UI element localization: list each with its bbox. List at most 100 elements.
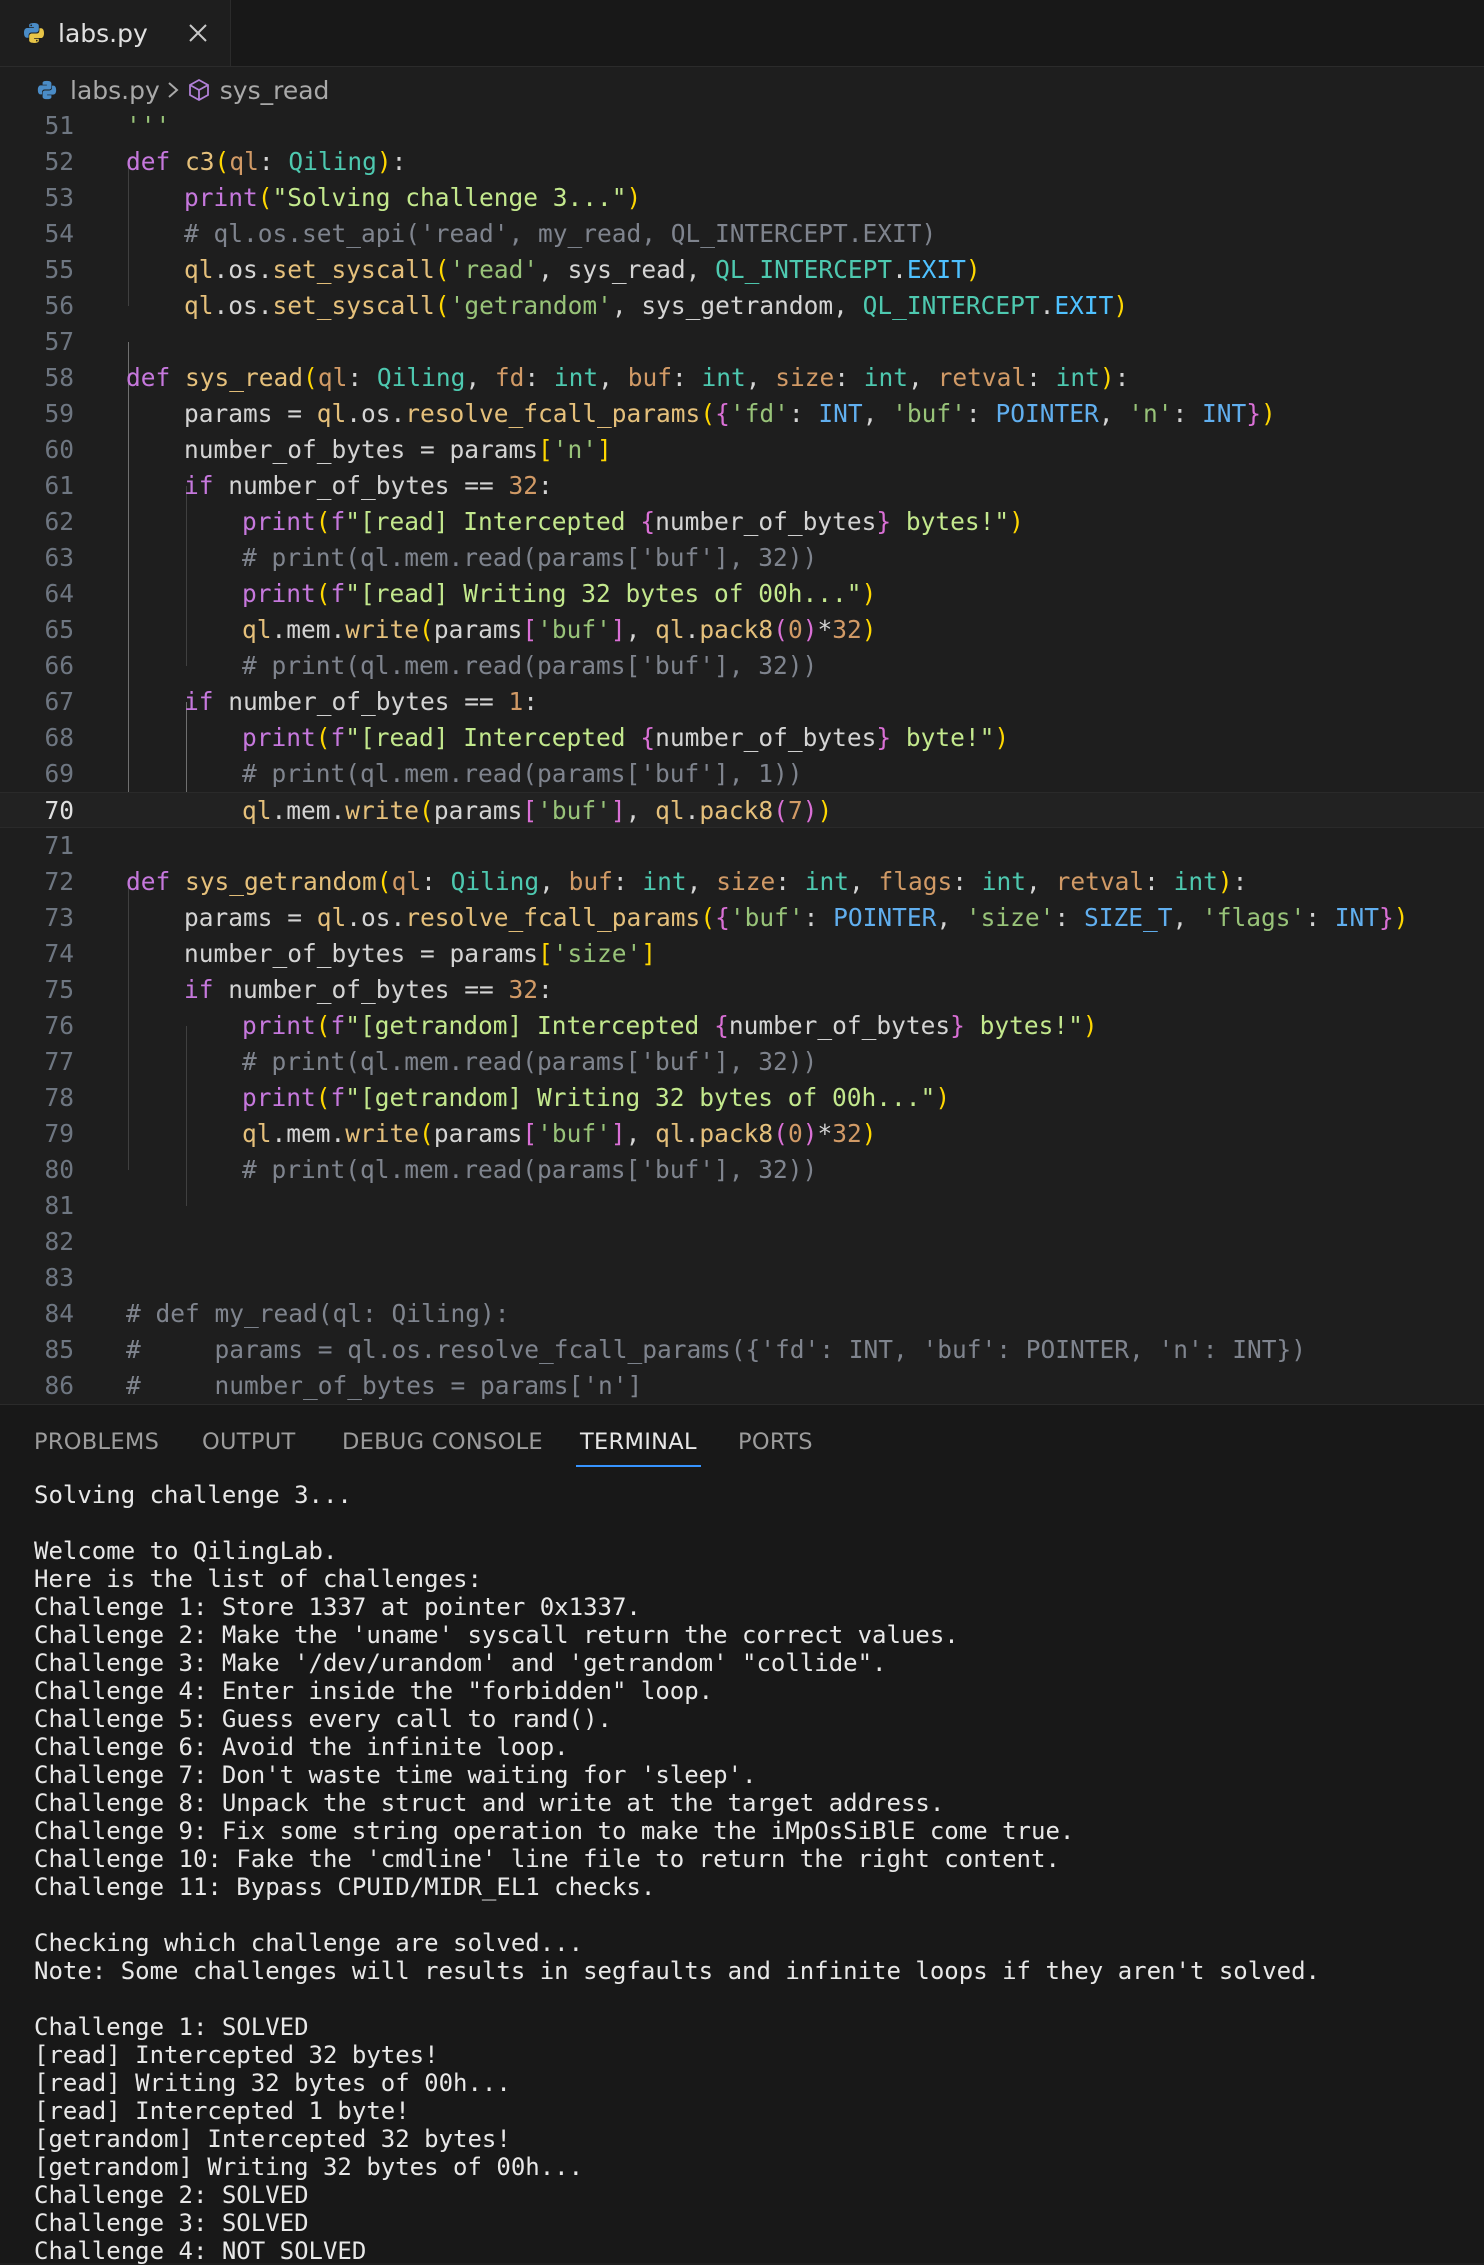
tab-problems[interactable]: PROBLEMS [34,1429,159,1455]
terminal-line: Challenge 1: Store 1337 at pointer 0x133… [34,1593,641,1621]
code-text: print(f"[read] Writing 32 bytes of 00h..… [242,579,877,608]
tab-terminal[interactable]: TERMINAL [576,1429,701,1467]
editor-tab-bar: labs.py [0,0,1484,67]
code-line[interactable]: 78 print(f"[getrandom] Writing 32 bytes … [0,1080,1484,1116]
tab-labs-py[interactable]: labs.py [0,0,231,66]
code-text: print(f"[getrandom] Intercepted {number_… [242,1011,1098,1040]
code-editor[interactable]: 51 ''' 52 def c3(ql: Qiling): 53 print("… [0,108,1484,1404]
line-number: 72 [44,867,74,896]
line-number: 65 [44,615,74,644]
code-text: if number_of_bytes == 32: [184,975,553,1004]
code-line[interactable]: 77 # print(ql.mem.read(params['buf'], 32… [0,1044,1484,1080]
terminal-line: [read] Intercepted 1 byte! [34,2097,410,2125]
terminal-line: Challenge 8: Unpack the struct and write… [34,1789,945,1817]
line-number: 64 [44,579,74,608]
line-number: 67 [44,687,74,716]
line-number: 78 [44,1083,74,1112]
tab-ports[interactable]: PORTS [738,1429,813,1455]
code-line[interactable]: 69 # print(ql.mem.read(params['buf'], 1)… [0,756,1484,792]
code-text: print(f"[getrandom] Writing 32 bytes of … [242,1083,951,1112]
code-line[interactable]: 71 [0,828,1484,864]
tab-debug-console[interactable]: DEBUG CONSOLE [342,1429,543,1455]
code-line[interactable]: 79 ql.mem.write(params['buf'], ql.pack8(… [0,1116,1484,1152]
line-number: 60 [44,435,74,464]
code-text: params = ql.os.resolve_fcall_params({'fd… [184,399,1276,428]
code-line[interactable]: 86 # number_of_bytes = params['n'] [0,1368,1484,1404]
method-symbol-icon [188,78,209,102]
code-line[interactable]: 75 if number_of_bytes == 32: [0,972,1484,1008]
terminal-line: Checking which challenge are solved... [34,1929,584,1957]
line-number: 71 [44,831,74,860]
line-number: 54 [44,219,74,248]
line-number: 86 [44,1371,74,1400]
terminal-line: Note: Some challenges will results in se… [34,1957,1320,1985]
line-number: 63 [44,543,74,572]
code-line[interactable]: 63 # print(ql.mem.read(params['buf'], 32… [0,540,1484,576]
breadcrumb-file[interactable]: labs.py [70,76,160,105]
code-text: ''' [126,111,171,140]
code-line[interactable]: 53 print("Solving challenge 3...") [0,180,1484,216]
line-number: 56 [44,291,74,320]
line-number: 74 [44,939,74,968]
code-comment: # print(ql.mem.read(params['buf'], 32)) [242,543,818,572]
line-number: 73 [44,903,74,932]
code-line[interactable]: 57 [0,324,1484,360]
code-line[interactable]: 65 ql.mem.write(params['buf'], ql.pack8(… [0,612,1484,648]
chevron-right-icon [168,82,179,98]
code-text: if number_of_bytes == 1: [184,687,539,716]
code-line[interactable]: 60 number_of_bytes = params['n'] [0,432,1484,468]
line-number: 83 [44,1263,74,1292]
code-line[interactable]: 85 # params = ql.os.resolve_fcall_params… [0,1332,1484,1368]
code-comment: # print(ql.mem.read(params['buf'], 32)) [242,1047,818,1076]
code-line[interactable]: 68 print(f"[read] Intercepted {number_of… [0,720,1484,756]
code-line[interactable]: 59 params = ql.os.resolve_fcall_params({… [0,396,1484,432]
line-number: 55 [44,255,74,284]
code-line[interactable]: 73 params = ql.os.resolve_fcall_params({… [0,900,1484,936]
line-number: 70 [44,796,74,825]
terminal-line: Challenge 4: NOT SOLVED [34,2237,367,2265]
code-line-current[interactable]: 70 ql.mem.write(params['buf'], ql.pack8(… [0,792,1484,828]
code-line[interactable]: 66 # print(ql.mem.read(params['buf'], 32… [0,648,1484,684]
line-number: 85 [44,1335,74,1364]
code-line[interactable]: 61 if number_of_bytes == 32: [0,468,1484,504]
code-text: number_of_bytes = params['size'] [184,939,657,968]
code-line[interactable]: 64 print(f"[read] Writing 32 bytes of 00… [0,576,1484,612]
terminal-line: Challenge 11: Bypass CPUID/MIDR_EL1 chec… [34,1873,656,1901]
code-line[interactable]: 82 [0,1224,1484,1260]
line-number: 77 [44,1047,74,1076]
code-text: ql.os.set_syscall('read', sys_read, QL_I… [184,255,981,284]
code-line[interactable]: 67 if number_of_bytes == 1: [0,684,1484,720]
code-comment: # number_of_bytes = params['n'] [126,1371,643,1400]
code-comment: # def my_read(ql: Qiling): [126,1299,510,1328]
terminal-line: [getrandom] Intercepted 32 bytes! [34,2125,511,2153]
code-comment: # print(ql.mem.read(params['buf'], 32)) [242,1155,818,1184]
code-line[interactable]: 56 ql.os.set_syscall('getrandom', sys_ge… [0,288,1484,324]
tab-output[interactable]: OUTPUT [202,1429,296,1455]
breadcrumb-symbol[interactable]: sys_read [220,76,330,105]
code-line[interactable]: 52 def c3(ql: Qiling): [0,144,1484,180]
panel-tabs: PROBLEMS OUTPUT DEBUG CONSOLE TERMINAL P… [0,1405,1484,1481]
breadcrumb: labs.py sys_read [0,66,1484,114]
code-comment: # print(ql.mem.read(params['buf'], 1)) [242,759,803,788]
code-line[interactable]: 72 def sys_getrandom(ql: Qiling, buf: in… [0,864,1484,900]
code-line[interactable]: 62 print(f"[read] Intercepted {number_of… [0,504,1484,540]
code-line[interactable]: 51 ''' [0,108,1484,144]
code-line[interactable]: 83 [0,1260,1484,1296]
code-line[interactable]: 81 [0,1188,1484,1224]
code-comment: # ql.os.set_api('read', my_read, QL_INTE… [184,219,937,248]
tab-label: labs.py [58,18,148,48]
code-line[interactable]: 80 # print(ql.mem.read(params['buf'], 32… [0,1152,1484,1188]
close-tab-icon[interactable] [180,15,216,51]
code-text: print(f"[read] Intercepted {number_of_by… [242,507,1024,536]
code-line[interactable]: 74 number_of_bytes = params['size'] [0,936,1484,972]
terminal-output[interactable]: Solving challenge 3... Welcome to QilingL… [34,1481,1464,2265]
code-text: print(f"[read] Intercepted {number_of_by… [242,723,1010,752]
code-line[interactable]: 84 # def my_read(ql: Qiling): [0,1296,1484,1332]
code-line[interactable]: 54 # ql.os.set_api('read', my_read, QL_I… [0,216,1484,252]
code-line[interactable]: 55 ql.os.set_syscall('read', sys_read, Q… [0,252,1484,288]
code-line[interactable]: 76 print(f"[getrandom] Intercepted {numb… [0,1008,1484,1044]
code-line[interactable]: 58 def sys_read(ql: Qiling, fd: int, buf… [0,360,1484,396]
